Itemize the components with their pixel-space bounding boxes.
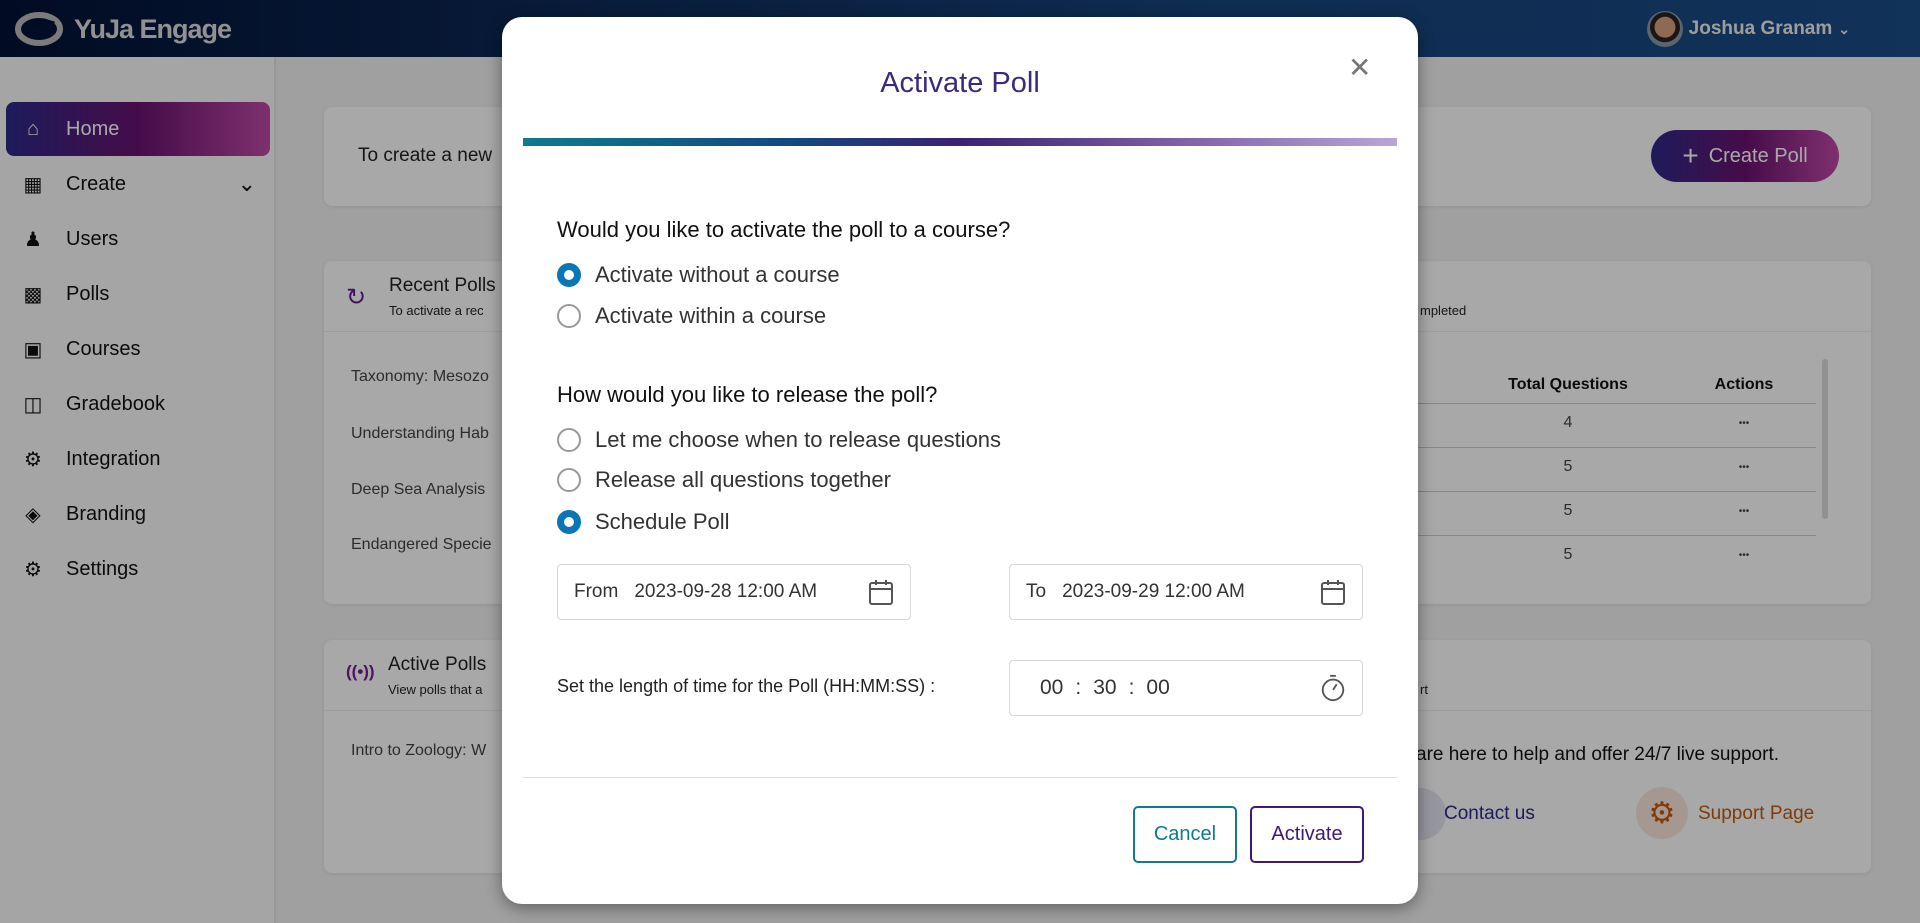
radio-activate-without-course[interactable]: Activate without a course	[557, 262, 840, 288]
option-label: Release all questions together	[595, 467, 891, 492]
radio-button[interactable]	[557, 263, 581, 287]
radio-release-all[interactable]: Release all questions together	[557, 467, 891, 493]
activate-poll-dialog: Activate Poll ✕ Would you like to activa…	[502, 17, 1418, 904]
minutes-input[interactable]: 30	[1093, 676, 1116, 700]
from-date-value: 2023-09-28 12:00 AM	[634, 581, 818, 602]
from-date-field[interactable]: From 2023-09-28 12:00 AM	[557, 564, 911, 620]
radio-button[interactable]	[557, 428, 581, 452]
option-label: Schedule Poll	[595, 509, 730, 534]
to-date-value: 2023-09-29 12:00 AM	[1062, 581, 1245, 602]
to-date-field[interactable]: To 2023-09-29 12:00 AM	[1009, 564, 1363, 620]
stopwatch-icon	[1321, 674, 1345, 702]
activate-button[interactable]: Activate	[1250, 806, 1364, 863]
dialog-title: Activate Poll	[880, 67, 1040, 99]
close-icon[interactable]: ✕	[1348, 51, 1371, 84]
calendar-icon[interactable]	[868, 578, 894, 606]
option-label: Activate without a course	[595, 262, 840, 287]
time-separator: :	[1128, 676, 1135, 699]
radio-schedule-poll[interactable]: Schedule Poll	[557, 509, 730, 535]
cancel-button[interactable]: Cancel	[1133, 806, 1237, 863]
seconds-input[interactable]: 00	[1146, 676, 1169, 700]
footer-divider	[523, 777, 1397, 778]
duration-label: Set the length of time for the Poll (HH:…	[557, 676, 936, 696]
title-gradient-bar	[523, 138, 1397, 146]
radio-button[interactable]	[557, 468, 581, 492]
from-label: From	[574, 581, 619, 602]
to-label: To	[1026, 581, 1047, 602]
radio-button[interactable]	[557, 510, 581, 534]
option-label: Let me choose when to release questions	[595, 427, 1002, 452]
duration-field[interactable]: 00 : 30 : 00	[1009, 660, 1363, 716]
radio-button[interactable]	[557, 304, 581, 328]
radio-activate-within-course[interactable]: Activate within a course	[557, 303, 826, 329]
option-label: Activate within a course	[595, 303, 827, 328]
release-question: How would you like to release the poll?	[557, 382, 938, 407]
calendar-icon[interactable]	[1320, 578, 1346, 606]
radio-let-me-choose[interactable]: Let me choose when to release questions	[557, 427, 1001, 453]
hours-input[interactable]: 00	[1040, 676, 1063, 700]
course-question: Would you like to activate the poll to a…	[557, 217, 1011, 242]
time-separator: :	[1075, 676, 1082, 699]
